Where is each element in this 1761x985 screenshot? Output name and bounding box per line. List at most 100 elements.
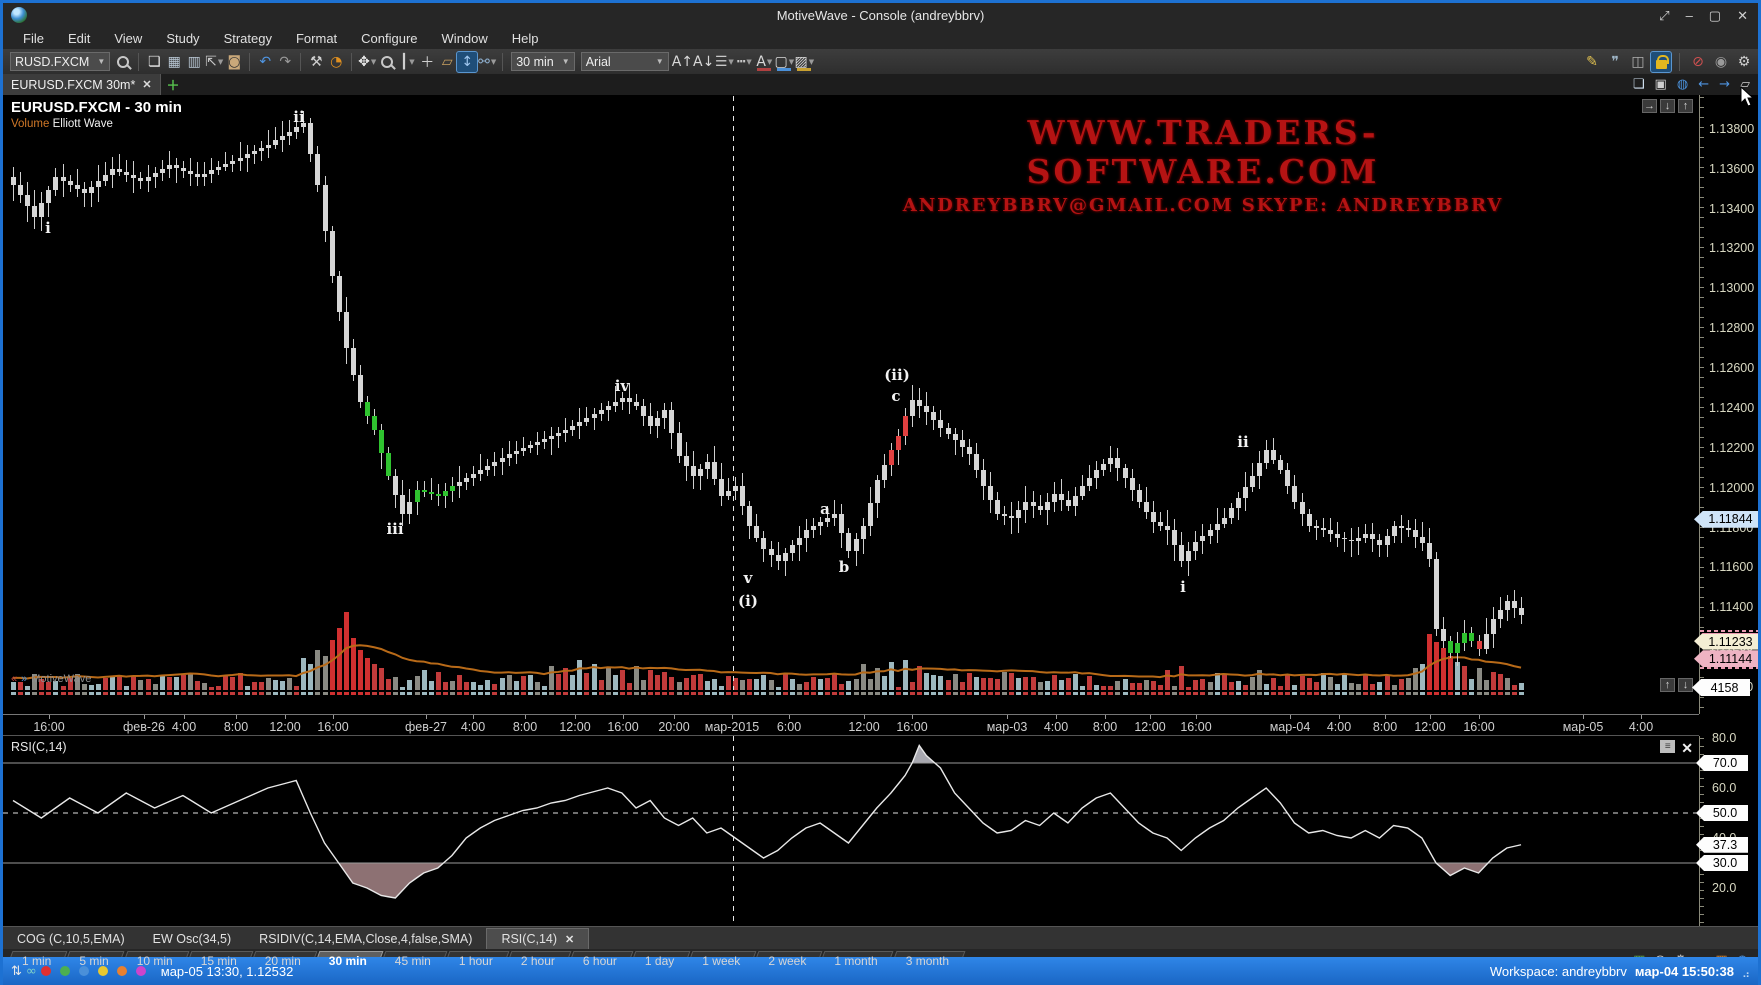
resize-grip[interactable]: ⣠ <box>1742 965 1750 978</box>
price-label: 1.13400 <box>1709 202 1754 216</box>
link-color-dot[interactable] <box>41 966 51 976</box>
time-label: мар-04 <box>1270 720 1311 734</box>
tab-eurusd-30m[interactable]: EURUSD.FXCM 30m* ✕ <box>3 74 161 95</box>
chevron-down-icon: ▼ <box>409 58 414 66</box>
settings-gear-icon[interactable]: ⚙ <box>1734 52 1754 72</box>
menu-window[interactable]: Window <box>432 29 498 48</box>
study-tab-rsi[interactable]: RSI(C,14)✕ <box>486 928 589 949</box>
snap-icon[interactable]: ⚯▼ <box>477 52 497 72</box>
new-window-icon[interactable]: ❏ <box>1633 77 1645 92</box>
close-study-icon[interactable]: ✕ <box>565 933 574 946</box>
motivewave-brand-mark: «»MotiveWave <box>11 673 91 685</box>
redo-icon[interactable]: ↷ <box>275 52 295 72</box>
zoom-tool-icon[interactable] <box>377 52 397 72</box>
save-all-icon[interactable]: ▥ <box>184 52 204 72</box>
rsi-study-label[interactable]: RSI(C,14) <box>11 740 67 754</box>
price-axis[interactable]: 1.138001.136001.134001.132001.130001.128… <box>1699 95 1761 714</box>
link-color-dot[interactable] <box>98 966 108 976</box>
time-axis[interactable]: 16:00фев-264:008:0012:0016:00фев-274:008… <box>3 714 1699 736</box>
font-smaller-icon[interactable]: A↓ <box>693 52 714 72</box>
add-chart-icon[interactable]: ＋ <box>167 75 180 94</box>
font-combo[interactable]: Arial▼ <box>581 52 669 71</box>
alerts-clock-icon[interactable]: ◔ <box>326 52 346 72</box>
scroll-down-icon[interactable]: ↓ <box>1660 99 1675 113</box>
menu-edit[interactable]: Edit <box>58 29 100 48</box>
price-label: 1.12200 <box>1709 441 1754 455</box>
menu-study[interactable]: Study <box>156 29 209 48</box>
components-icon[interactable]: ▱ <box>437 52 457 72</box>
wave-label-ii: (ii) <box>884 366 910 384</box>
bar-tool-icon[interactable]: ┃▼ <box>397 52 417 72</box>
undo-icon[interactable]: ↶ <box>255 52 275 72</box>
hide-drawings-icon[interactable]: ⊘ <box>1688 52 1708 72</box>
border-color-icon[interactable]: ▢▼ <box>774 52 794 72</box>
scroll-up-icon[interactable]: ↑ <box>1660 678 1675 692</box>
font-larger-icon[interactable]: A↑ <box>672 52 693 72</box>
minimize-button[interactable]: – <box>1686 8 1693 24</box>
time-label: мар-03 <box>987 720 1028 734</box>
camera-icon[interactable]: ◙ <box>224 52 244 72</box>
study-tab-ew-osc[interactable]: EW Osc(34,5) <box>139 929 246 949</box>
study-tab-cog[interactable]: COG (C,10,5,EMA) <box>3 929 139 949</box>
wave-label-i: (i) <box>738 592 758 610</box>
time-label: 16:00 <box>1180 720 1211 734</box>
panel-close-icon[interactable]: ✕ <box>1681 740 1693 757</box>
rsi-panel[interactable]: RSI(C,14) ≡ ✕ <box>3 736 1699 926</box>
scroll-right-icon[interactable]: → <box>1642 99 1657 113</box>
scroll-down-icon[interactable]: ↓ <box>1678 678 1693 692</box>
legend-symbol: EURUSD.FXCM <box>11 99 121 116</box>
link-color-dot[interactable] <box>117 966 127 976</box>
link-color-dot[interactable] <box>79 966 89 976</box>
menu-format[interactable]: Format <box>286 29 347 48</box>
wave-label-v: v <box>744 569 753 587</box>
link-color-dot[interactable] <box>60 966 70 976</box>
chevron-down-icon: ▼ <box>97 57 105 66</box>
crosshair-icon[interactable]: ＋ <box>417 52 437 72</box>
save-icon[interactable]: ▦ <box>164 52 184 72</box>
menu-help[interactable]: Help <box>502 29 549 48</box>
legend-elliott-wave[interactable]: Elliott Wave <box>53 118 113 130</box>
show-studies-icon[interactable]: ◫ <box>1628 52 1648 72</box>
comments-icon[interactable]: ❞ <box>1605 52 1625 72</box>
new-chart-icon[interactable]: ❏ <box>144 52 164 72</box>
line-style-icon[interactable]: ┅▼ <box>734 52 754 72</box>
menu-file[interactable]: File <box>13 29 54 48</box>
close-tab-icon[interactable]: ✕ <box>142 78 151 91</box>
price-chart[interactable]: WWW.TRADERS-SOFTWARE.COM ANDREYBBRV@GMAI… <box>3 95 1699 714</box>
study-tab-rsidiv[interactable]: RSIDIV(C,14,EMA,Close,4,false,SMA) <box>245 929 486 949</box>
restore-button[interactable]: ▢ <box>1709 8 1721 24</box>
font-color-icon[interactable]: A▼ <box>754 52 774 72</box>
nav-back-icon[interactable]: ← <box>1698 77 1709 92</box>
lock-icon[interactable] <box>1651 52 1671 72</box>
globe-icon[interactable]: ◍ <box>1677 77 1688 92</box>
link-color-dot[interactable] <box>136 966 146 976</box>
connection-icon[interactable]: ⇅ <box>11 964 22 979</box>
menu-strategy[interactable]: Strategy <box>214 29 282 48</box>
delete-chart-icon[interactable]: ▣ <box>1655 77 1667 92</box>
search-icon[interactable] <box>113 52 133 72</box>
help-globe-icon[interactable]: ◉ <box>1711 52 1731 72</box>
fill-color-icon[interactable]: ▨▼ <box>794 52 814 72</box>
panel-menu-icon[interactable]: ≡ <box>1660 740 1675 753</box>
wave-label-iv: iv <box>615 377 629 395</box>
strategy-tools-icon[interactable]: ⚒ <box>306 52 326 72</box>
price-label: 1.12600 <box>1709 361 1754 375</box>
symbol-combo[interactable]: RUSD.FXCM▼ <box>10 52 110 71</box>
pan-hand-icon[interactable]: ✥▼ <box>357 52 377 72</box>
barsize-combo[interactable]: 30 min▼ <box>511 52 574 71</box>
close-button[interactable]: ✕ <box>1737 8 1748 24</box>
menu-view[interactable]: View <box>104 29 152 48</box>
rsi-axis[interactable]: 80.070.060.050.040.030.020.070.050.037.3… <box>1699 736 1761 926</box>
wave-label-i: i <box>45 219 51 237</box>
export-icon[interactable]: ⇱▼ <box>204 52 224 72</box>
line-width-icon[interactable]: ☰▼ <box>714 52 734 72</box>
scroll-up-icon[interactable]: ↑ <box>1678 99 1693 113</box>
separator <box>138 53 139 71</box>
legend-volume[interactable]: Volume <box>11 118 49 130</box>
price-tag-cream: 1.11233 <box>1694 633 1760 650</box>
expand-button[interactable]: ⤢ <box>1659 8 1669 24</box>
fit-vertical-icon[interactable]: ↕ <box>457 52 477 72</box>
menu-configure[interactable]: Configure <box>351 29 427 48</box>
draw-pencil-icon[interactable]: ✎ <box>1582 52 1602 72</box>
nav-forward-icon[interactable]: → <box>1719 77 1730 92</box>
